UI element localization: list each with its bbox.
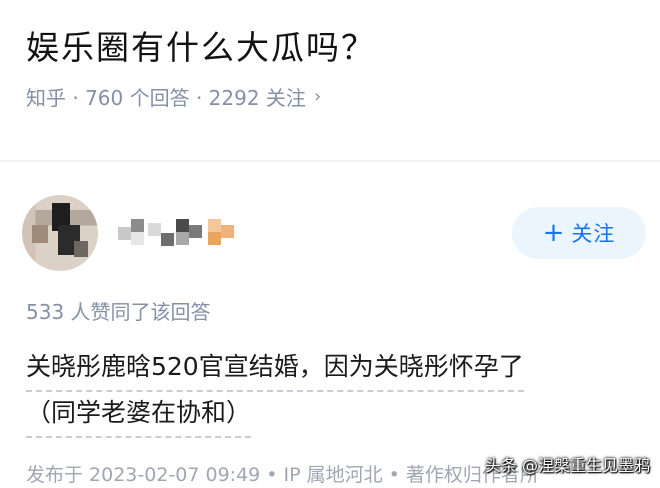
redaction-pixel xyxy=(176,232,189,245)
author-name-redacted[interactable] xyxy=(118,213,248,247)
watermark: 头条 @涅槃重生见墨鸦 xyxy=(484,456,650,475)
avatar-pixel xyxy=(32,225,48,243)
badge-pixel xyxy=(208,232,221,245)
likes-count: 533 人赞同了该回答 xyxy=(26,300,211,324)
answer-line-2: （同学老婆在协和） xyxy=(26,392,252,438)
redaction-pixel xyxy=(131,219,144,232)
avatar-pixel xyxy=(74,241,88,257)
question-header: 娱乐圈有什么大瓜吗？ 知乎 · 760 个回答 · 2292 关注 › xyxy=(26,18,640,111)
redaction-pixel xyxy=(118,227,131,240)
author-row: + 关注 xyxy=(0,185,660,280)
badge-pixel xyxy=(221,225,234,238)
badge-pixel xyxy=(208,219,221,232)
question-meta-text: 知乎 · 760 个回答 · 2292 关注 xyxy=(26,86,306,110)
follow-button[interactable]: + 关注 xyxy=(512,207,646,259)
chevron-right-icon: › xyxy=(313,86,322,107)
redaction-pixel xyxy=(131,232,144,245)
redaction-pixel xyxy=(161,233,174,246)
redaction-pixel xyxy=(176,219,189,232)
question-meta[interactable]: 知乎 · 760 个回答 · 2292 关注 › xyxy=(26,82,640,111)
answer-content[interactable]: 关晓彤鹿晗520官宣结婚，因为关晓彤怀孕了 （同学老婆在协和） xyxy=(26,346,626,438)
answer-line-1: 关晓彤鹿晗520官宣结婚，因为关晓彤怀孕了 xyxy=(26,346,524,392)
plus-icon: + xyxy=(542,218,566,248)
redaction-pixel xyxy=(148,223,161,236)
follow-button-label: 关注 xyxy=(571,222,616,246)
section-divider xyxy=(0,160,660,162)
question-title[interactable]: 娱乐圈有什么大瓜吗？ xyxy=(26,18,640,78)
answer-footer: 发布于 2023-02-07 09:49 • IP 属地河北 • 著作权归作者所 xyxy=(26,464,539,486)
avatar[interactable] xyxy=(22,195,98,271)
redaction-pixel xyxy=(189,225,202,238)
